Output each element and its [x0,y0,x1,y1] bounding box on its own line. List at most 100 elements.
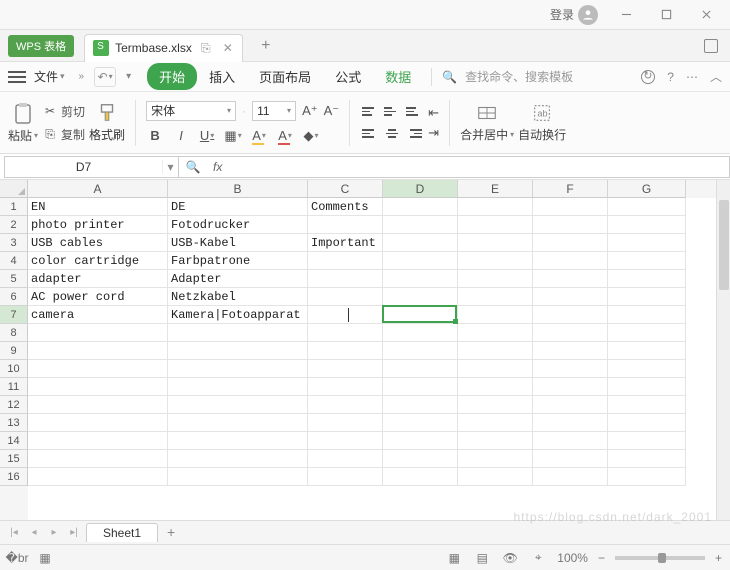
cell[interactable] [608,432,686,450]
cell[interactable] [608,306,686,324]
cell[interactable] [383,450,458,468]
fx-expand-icon[interactable]: 🔍 [179,160,207,174]
cell[interactable] [608,198,686,216]
cell[interactable] [533,414,608,432]
cell[interactable]: DE [168,198,308,216]
maximize-button[interactable] [646,1,686,29]
cell[interactable] [308,468,383,486]
cell[interactable] [458,432,533,450]
cell[interactable] [28,432,168,450]
column-header[interactable]: G [608,180,686,198]
row-header[interactable]: 2 [0,216,28,234]
cell[interactable] [458,234,533,252]
fill-bucket-button[interactable]: ◆▾ [302,127,320,145]
cell[interactable]: camera [28,306,168,324]
cell[interactable]: adapter [28,270,168,288]
sheet-nav-last-icon[interactable]: ▸| [66,527,82,538]
cell[interactable] [458,342,533,360]
search-icon[interactable]: 🔍 [442,70,457,84]
cell[interactable] [533,252,608,270]
cell[interactable]: USB-Kabel [168,234,308,252]
cell[interactable] [458,306,533,324]
cell[interactable] [168,432,308,450]
cell[interactable] [533,306,608,324]
cell[interactable] [458,288,533,306]
row-header[interactable]: 12 [0,396,28,414]
tab-start[interactable]: 开始 [147,63,197,90]
status-layout-icon[interactable]: ▦ [36,549,54,567]
align-top-icon[interactable] [360,102,380,122]
undo-button[interactable]: ↶▾ [94,67,116,87]
cell[interactable]: Important [308,234,383,252]
presence-icon[interactable]: ⎘ [198,40,214,56]
cell[interactable] [608,450,686,468]
tab-insert[interactable]: 插入 [197,63,247,90]
wrap-text-button[interactable]: ab 自动换行 [518,102,566,143]
cell[interactable] [383,198,458,216]
row-header[interactable]: 9 [0,342,28,360]
name-box[interactable]: D7 ▾ [4,156,179,178]
font-size-select[interactable]: 11▾ [252,101,296,121]
cell[interactable] [308,342,383,360]
column-header[interactable]: C [308,180,383,198]
cell[interactable] [168,396,308,414]
cell[interactable] [383,234,458,252]
cell[interactable] [533,468,608,486]
sheet-nav-prev-icon[interactable]: ◂ [26,527,42,538]
row-header[interactable]: 1 [0,198,28,216]
decrease-font-icon[interactable]: A⁻ [324,103,340,119]
row-header[interactable]: 5 [0,270,28,288]
cell[interactable] [28,450,168,468]
overflow-left-icon[interactable]: » [73,71,91,82]
new-tab-button[interactable]: + [251,32,281,60]
row-header[interactable]: 7 [0,306,28,324]
cell[interactable]: AC power cord [28,288,168,306]
cell[interactable] [168,378,308,396]
sheet-nav-next-icon[interactable]: ▸ [46,527,62,538]
minimize-button[interactable] [606,1,646,29]
font-color-button[interactable]: A▾ [276,127,294,145]
spreadsheet-grid[interactable]: ABCDEFG 12345678910111213141516 ENDEComm… [0,180,730,520]
cell[interactable] [383,378,458,396]
cell[interactable] [308,396,383,414]
cell[interactable] [458,324,533,342]
panel-toggle-icon[interactable] [704,39,718,53]
align-middle-icon[interactable] [382,102,402,122]
cell[interactable] [383,252,458,270]
horizontal-scrollbar[interactable] [204,527,724,539]
increase-indent-icon[interactable]: ⇥ [428,125,439,141]
cell[interactable] [533,360,608,378]
cell[interactable]: Kamera|Fotoapparat [168,306,308,324]
view-reading-icon[interactable]: 👁 [501,549,519,567]
cell[interactable] [168,468,308,486]
search-placeholder[interactable]: 查找命令、搜索模板 [465,68,573,85]
cell[interactable] [458,198,533,216]
cell[interactable] [533,378,608,396]
cell[interactable] [28,378,168,396]
fx-icon[interactable]: fx [207,160,228,174]
bold-button[interactable]: B [146,127,164,145]
sheet-nav-first-icon[interactable]: |◂ [6,527,22,538]
cell[interactable] [308,252,383,270]
cell[interactable]: color cartridge [28,252,168,270]
cell[interactable] [168,450,308,468]
cell[interactable] [383,432,458,450]
close-button[interactable] [686,1,726,29]
row-header[interactable]: 14 [0,432,28,450]
redo-dropdown-icon[interactable]: ▾ [120,71,137,82]
cell[interactable] [458,252,533,270]
cell[interactable] [533,324,608,342]
column-header[interactable]: D [383,180,458,198]
tab-close-icon[interactable]: ✕ [220,40,236,56]
zoom-out-button[interactable]: − [598,551,605,565]
cell[interactable] [608,270,686,288]
cell[interactable] [383,216,458,234]
cell[interactable]: Farbpatrone [168,252,308,270]
row-header[interactable]: 10 [0,360,28,378]
collapse-ribbon-icon[interactable]: ︿ [710,68,722,85]
cell[interactable] [533,288,608,306]
cell[interactable]: Fotodrucker [168,216,308,234]
cell[interactable] [608,468,686,486]
align-left-icon[interactable] [360,124,380,144]
column-header[interactable]: E [458,180,533,198]
